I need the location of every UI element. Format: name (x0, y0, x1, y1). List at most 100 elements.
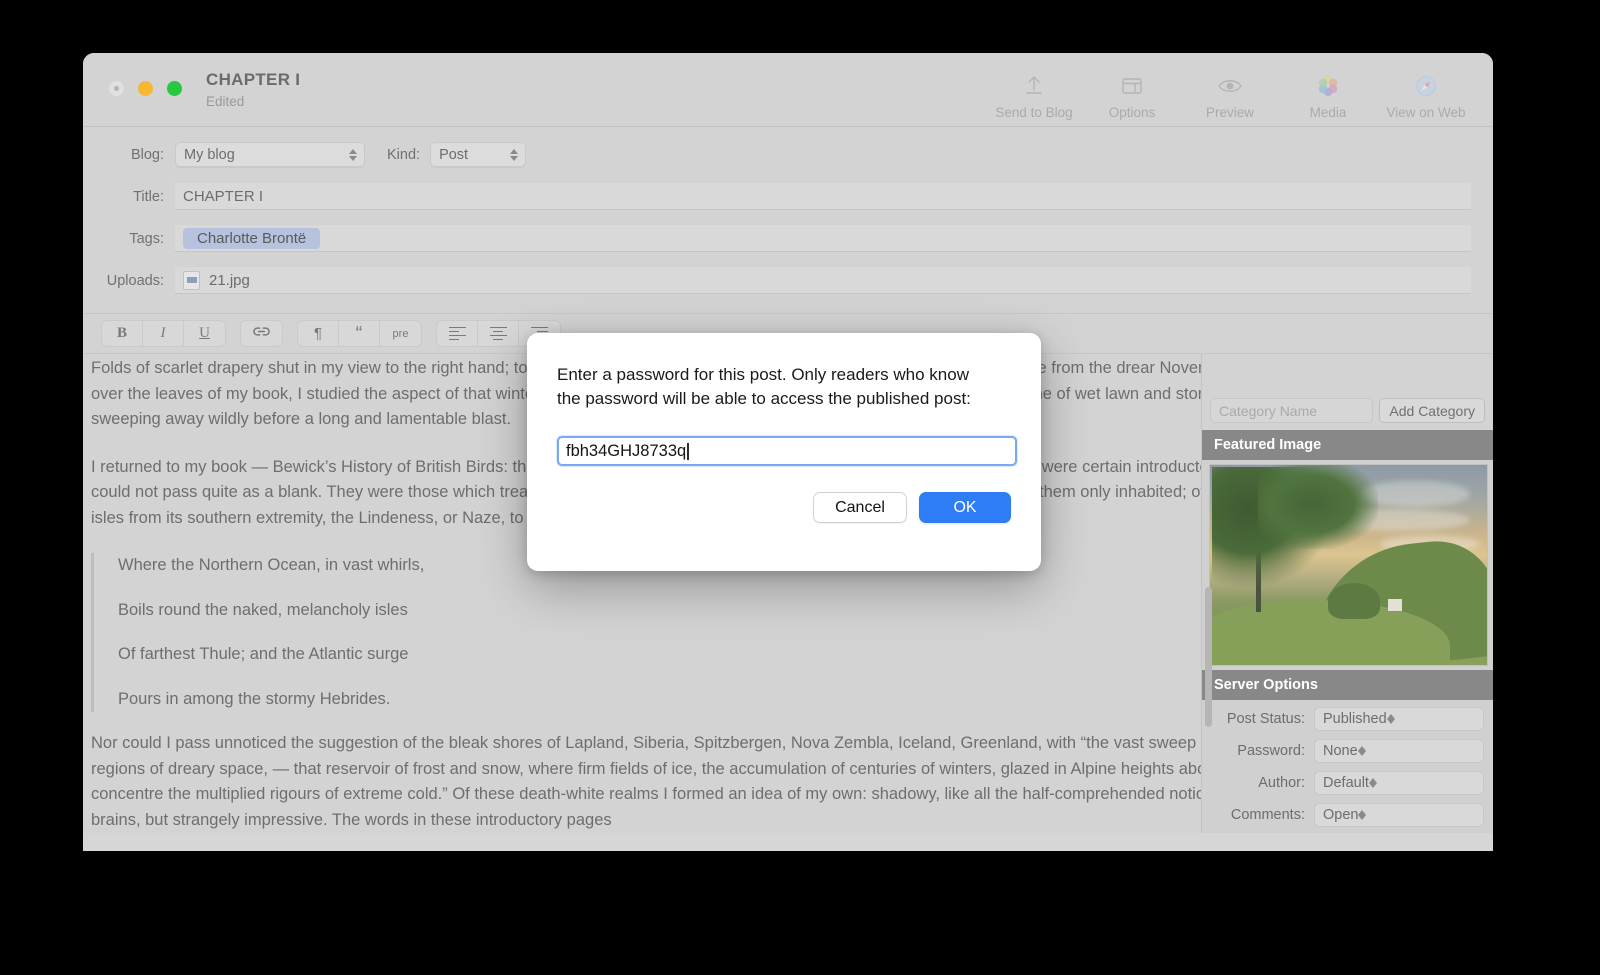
blog-label: Blog: (130, 146, 164, 163)
cancel-button[interactable]: Cancel (813, 492, 907, 523)
blog-row: Blog: My blog Kind: Post (83, 139, 1493, 170)
toolbar-button-media[interactable]: Media (1279, 61, 1377, 120)
bush-shape (1328, 583, 1380, 619)
eye-icon (1216, 69, 1244, 103)
align-left-icon (448, 326, 466, 341)
toolbar-label: View on Web (1386, 105, 1466, 120)
image-file-icon (183, 270, 200, 290)
post-status-label: Post Status: (1226, 711, 1305, 727)
toolbar-label: Preview (1205, 105, 1254, 120)
block-style-group: ¶ “ pre (297, 320, 422, 347)
post-metadata-form: Blog: My blog Kind: Post Title: CHAPTER … (83, 127, 1493, 313)
preformatted-button[interactable]: pre (380, 321, 421, 346)
featured-image-panel-header: Featured Image (1202, 430, 1493, 460)
traffic-lights (109, 81, 182, 96)
chevron-updown-icon (510, 148, 519, 161)
upload-filename: 21.jpg (209, 271, 250, 289)
inspector-sidebar: Categories Category Name Add Category Fe… (1201, 354, 1493, 833)
categories-list[interactable] (1202, 354, 1493, 392)
sidebar-scrollbar[interactable] (1205, 587, 1212, 727)
uploads-label: Uploads: (106, 272, 164, 289)
blog-select-value: My blog (184, 146, 235, 163)
upload-item[interactable]: 21.jpg (183, 270, 250, 290)
post-status-value: Published (1323, 711, 1387, 727)
window-title-block: CHAPTER I Edited (206, 69, 300, 112)
panel-layout-icon (1119, 69, 1145, 103)
window-titlebar: CHAPTER I Edited Send to Blog Options Pr… (83, 53, 1493, 127)
chevron-updown-icon (349, 148, 357, 161)
text-cursor (687, 442, 689, 460)
dialog-button-row: Cancel OK (557, 492, 1011, 523)
toolbar-label: Options (1108, 105, 1156, 120)
title-label: Title: (133, 188, 164, 205)
page-title: CHAPTER I (206, 70, 301, 89)
chevron-updown-icon (1357, 746, 1366, 756)
paragraph-button[interactable]: ¶ (298, 321, 339, 346)
comments-label: Comments: (1230, 807, 1305, 823)
house-shape (1388, 599, 1402, 611)
password-value: None (1323, 743, 1358, 759)
post-status-row: Post Status: Published (1202, 706, 1493, 732)
tags-label: Tags: (129, 230, 164, 247)
password-dialog: Enter a password for this post. Only rea… (527, 333, 1041, 571)
comments-select[interactable]: Open (1314, 803, 1484, 827)
kind-select[interactable]: Post (430, 142, 527, 167)
chevron-updown-icon (1386, 714, 1395, 724)
tag-chip[interactable]: Charlotte Brontë (183, 227, 321, 249)
underline-button[interactable]: U (184, 321, 225, 346)
title-input[interactable]: CHAPTER I (175, 183, 1471, 210)
photos-icon (1315, 69, 1341, 103)
uploads-row: Uploads: 21.jpg (83, 265, 1493, 296)
password-row: Password: None (1202, 738, 1493, 764)
title-row: Title: CHAPTER I (83, 181, 1493, 212)
author-value: Default (1323, 775, 1369, 791)
italic-button[interactable]: I (143, 321, 184, 346)
password-input[interactable]: fbh34GHJ8733q (557, 436, 1017, 466)
toolbar-button-options[interactable]: Options (1083, 61, 1181, 120)
tree-foliage-shape (1258, 465, 1378, 549)
upload-icon (1021, 69, 1047, 103)
align-center-button[interactable] (478, 321, 519, 346)
uploads-field[interactable]: 21.jpg (175, 267, 1471, 294)
dialog-message: Enter a password for this post. Only rea… (557, 365, 971, 408)
text-style-group: B I U (101, 320, 226, 347)
server-options-panel-header: Server Options (1202, 670, 1493, 700)
chevron-updown-icon (1358, 810, 1367, 820)
kind-label: Kind: (387, 146, 421, 163)
author-label: Author: (1258, 775, 1305, 791)
author-row: Author: Default (1202, 770, 1493, 796)
featured-image-preview[interactable] (1209, 464, 1488, 666)
toolbar-button-preview[interactable]: Preview (1181, 61, 1279, 120)
chevron-updown-icon (1368, 778, 1377, 788)
add-category-row: Category Name Add Category (1202, 392, 1493, 430)
toolbar-button-view-on-web[interactable]: View on Web (1377, 61, 1475, 120)
link-group (240, 320, 283, 347)
post-status-select[interactable]: Published (1314, 707, 1484, 731)
bold-button[interactable]: B (102, 321, 143, 346)
zoom-window-button[interactable] (167, 81, 182, 96)
minimize-window-button[interactable] (138, 81, 153, 96)
password-input-value: fbh34GHJ8733q (566, 441, 687, 460)
tags-row: Tags: Charlotte Brontë (83, 223, 1493, 254)
toolbar-label: Media (1309, 105, 1347, 120)
category-name-input[interactable]: Category Name (1210, 398, 1374, 423)
comments-value: Open (1323, 807, 1359, 823)
blockquote-button[interactable]: “ (339, 321, 380, 346)
add-category-button[interactable]: Add Category (1379, 398, 1485, 423)
ok-button[interactable]: OK (919, 492, 1011, 523)
password-label: Password: (1237, 743, 1305, 759)
author-select[interactable]: Default (1314, 771, 1484, 795)
close-window-button[interactable] (109, 81, 124, 96)
password-select[interactable]: None (1314, 739, 1484, 763)
screen: CHAPTER I Edited Send to Blog Options Pr… (0, 0, 1600, 975)
toolbar-label: Send to Blog (995, 105, 1073, 120)
kind-select-value: Post (439, 146, 469, 163)
tags-input[interactable]: Charlotte Brontë (175, 225, 1471, 252)
link-button[interactable] (241, 321, 282, 346)
align-left-button[interactable] (437, 321, 478, 346)
comments-row: Comments: Open (1202, 802, 1493, 828)
safari-compass-icon (1413, 69, 1439, 103)
document-status: Edited (206, 94, 245, 109)
blog-select[interactable]: My blog (175, 142, 365, 167)
toolbar-button-send-to-blog[interactable]: Send to Blog (985, 61, 1083, 120)
